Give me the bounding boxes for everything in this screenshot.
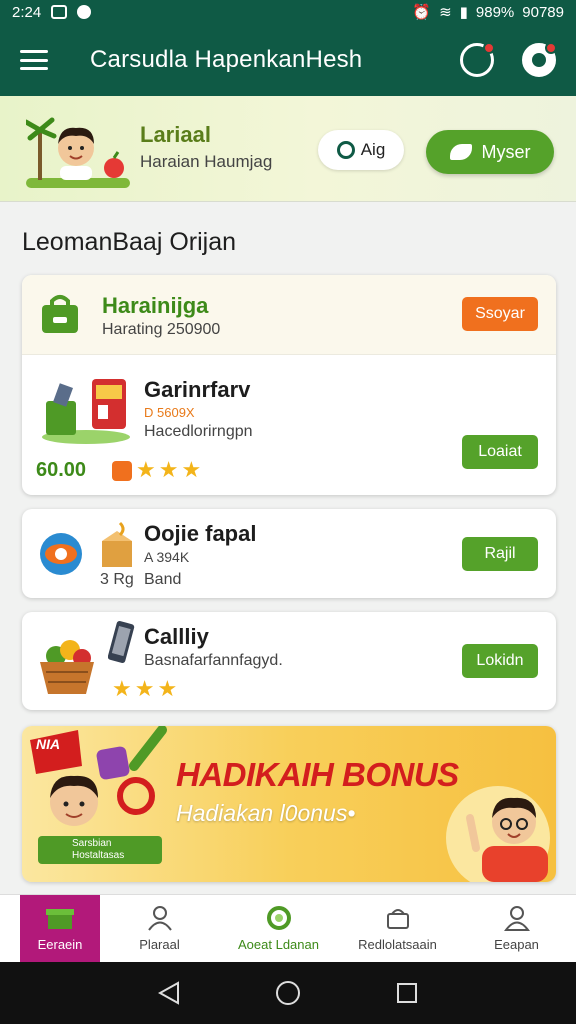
game-prize-illustration bbox=[42, 379, 130, 444]
globe-icon bbox=[40, 533, 82, 575]
star-icon: ★ bbox=[136, 457, 156, 482]
promo-tag-line2: Hostaltasas bbox=[72, 850, 125, 861]
section-title: LeomanBaaj Orijan bbox=[22, 228, 237, 256]
signal-icon: ▮ bbox=[459, 4, 468, 21]
alg-button[interactable]: Aig bbox=[318, 130, 404, 170]
app-title: Carsudla HapenkanHesh bbox=[90, 46, 363, 73]
alarm-icon: ⏰ bbox=[412, 4, 432, 21]
star-icon: ★ bbox=[112, 676, 132, 701]
offer-item-sub: Basnafarfannfagyd. bbox=[144, 652, 283, 669]
offer-price: 60.00 bbox=[36, 459, 87, 481]
refresh-icon bbox=[266, 906, 291, 930]
profile-icon[interactable] bbox=[522, 42, 557, 77]
fruit-basket-icon bbox=[40, 640, 94, 694]
star-icon: ★ bbox=[134, 676, 155, 701]
person-icon bbox=[147, 906, 172, 931]
app-notification-icon bbox=[77, 5, 92, 19]
ssoyar-button[interactable]: Ssoyar bbox=[462, 297, 538, 331]
offer-item-qty: 3 Rg bbox=[100, 571, 134, 588]
rajil-button[interactable]: Rajil bbox=[462, 537, 538, 571]
coin-icon bbox=[112, 461, 132, 481]
alg-button-label: Aig bbox=[360, 140, 386, 159]
status-bar: 2:24 ⏰ ≋ ▮ 989% 90789 bbox=[0, 0, 576, 24]
offer-header-title: Harainijga bbox=[102, 293, 209, 318]
box-icon bbox=[102, 521, 132, 567]
nav-item-profile[interactable]: Plaraal bbox=[100, 895, 219, 962]
nav-item-orders[interactable]: Redlolatsaain bbox=[338, 895, 457, 962]
star-icon: ★ bbox=[157, 676, 178, 701]
nav-label: Redlolatsaain bbox=[358, 937, 437, 952]
g-logo-icon bbox=[336, 141, 355, 159]
offer-item-qty-label: Band bbox=[144, 571, 182, 588]
offer-item-title: Callliy bbox=[144, 624, 209, 649]
battery-extra: 90789 bbox=[522, 3, 564, 21]
notification-badge bbox=[483, 42, 495, 54]
user-avatar-illustration bbox=[26, 117, 130, 188]
promo-tag: Sarsbian Hostaltasas bbox=[38, 836, 162, 864]
gift-icon bbox=[386, 909, 409, 929]
star-icon: ★ bbox=[158, 457, 179, 482]
offer-item-tag: D 5609X bbox=[144, 405, 195, 420]
offer-item-meta: A 394K bbox=[144, 549, 190, 565]
promo-subline: Hadiakan l0onus• bbox=[176, 800, 356, 826]
offer-header-sub: Harating 250900 bbox=[102, 321, 221, 338]
offer-card-item: Garinrfarv D 5609X Hacedlorirngpn 60.00 … bbox=[22, 355, 556, 495]
store-icon bbox=[46, 909, 74, 929]
offer-card: Callliy Basnafarfannfagyd. ★ ★ ★ Lokidn bbox=[22, 612, 556, 710]
recents-icon[interactable] bbox=[396, 982, 418, 1004]
myser-button-label: Myser bbox=[481, 141, 531, 162]
offer-card: Oojie fapal A 394K 3 Rg Band Rajil bbox=[22, 509, 556, 598]
battery-text: 989% bbox=[475, 3, 515, 21]
offer-item-title: Garinrfarv bbox=[144, 377, 251, 402]
lokidn-button[interactable]: Lokidn bbox=[462, 644, 538, 678]
account-icon bbox=[503, 906, 530, 931]
nav-label: Eeraein bbox=[37, 937, 83, 952]
shopping-bag-icon bbox=[42, 295, 78, 333]
bottom-nav: Eeraein Plaraal Aoeat Ldanan Redlolatsaa… bbox=[0, 894, 576, 962]
bonus-promo-banner[interactable]: NIA HADIKAIH BONUS Hadiakan l0onus• Sars… bbox=[22, 726, 556, 882]
promo-boy-illustration bbox=[446, 786, 550, 882]
menu-icon[interactable] bbox=[20, 50, 48, 70]
image-notification-icon bbox=[51, 5, 68, 19]
nav-label: Plaraal bbox=[139, 937, 180, 952]
star-rating: ★ ★ ★ bbox=[136, 459, 201, 481]
user-banner: Lariaal Haraian Haumjag Aig Myser bbox=[0, 96, 576, 202]
offer-item-title: Oojie fapal bbox=[144, 521, 257, 546]
wifi-icon: ≋ bbox=[439, 4, 452, 21]
system-nav-bar bbox=[0, 962, 576, 1024]
promo-headline: HADIKAIH BONUS bbox=[176, 756, 459, 793]
notification-badge bbox=[545, 42, 557, 54]
star-icon: ★ bbox=[181, 457, 202, 482]
loaiat-button[interactable]: Loaiat bbox=[462, 435, 538, 469]
nav-item-center[interactable]: Aoeat Ldanan bbox=[219, 895, 338, 962]
offer-item-sub: Hacedlorirngpn bbox=[144, 423, 253, 440]
nav-item-account[interactable]: Eeapan bbox=[457, 895, 576, 962]
offer-card: Harainijga Harating 250900 Ssoyar Garinr… bbox=[22, 275, 556, 495]
user-name: Lariaal bbox=[140, 122, 211, 147]
back-icon[interactable] bbox=[157, 981, 180, 1005]
leaf-icon bbox=[449, 144, 472, 160]
nav-item-home[interactable]: Eeraein bbox=[20, 895, 100, 962]
star-rating: ★ ★ ★ bbox=[112, 678, 177, 700]
home-icon[interactable] bbox=[275, 980, 301, 1006]
nav-label: Aoeat Ldanan bbox=[238, 937, 319, 952]
phone-icon bbox=[108, 621, 135, 663]
app-bar: Carsudla HapenkanHesh bbox=[0, 24, 576, 96]
promo-badge: NIA bbox=[36, 736, 61, 752]
offer-card-header: Harainijga Harating 250900 Ssoyar bbox=[22, 275, 556, 355]
user-subtitle: Haraian Haumjag bbox=[140, 152, 273, 171]
myser-button[interactable]: Myser bbox=[426, 130, 554, 174]
chat-icon[interactable] bbox=[460, 42, 495, 77]
status-time: 2:24 bbox=[12, 3, 42, 21]
promo-tag-line1: Sarsbian bbox=[72, 838, 112, 849]
nav-label: Eeapan bbox=[494, 937, 539, 952]
